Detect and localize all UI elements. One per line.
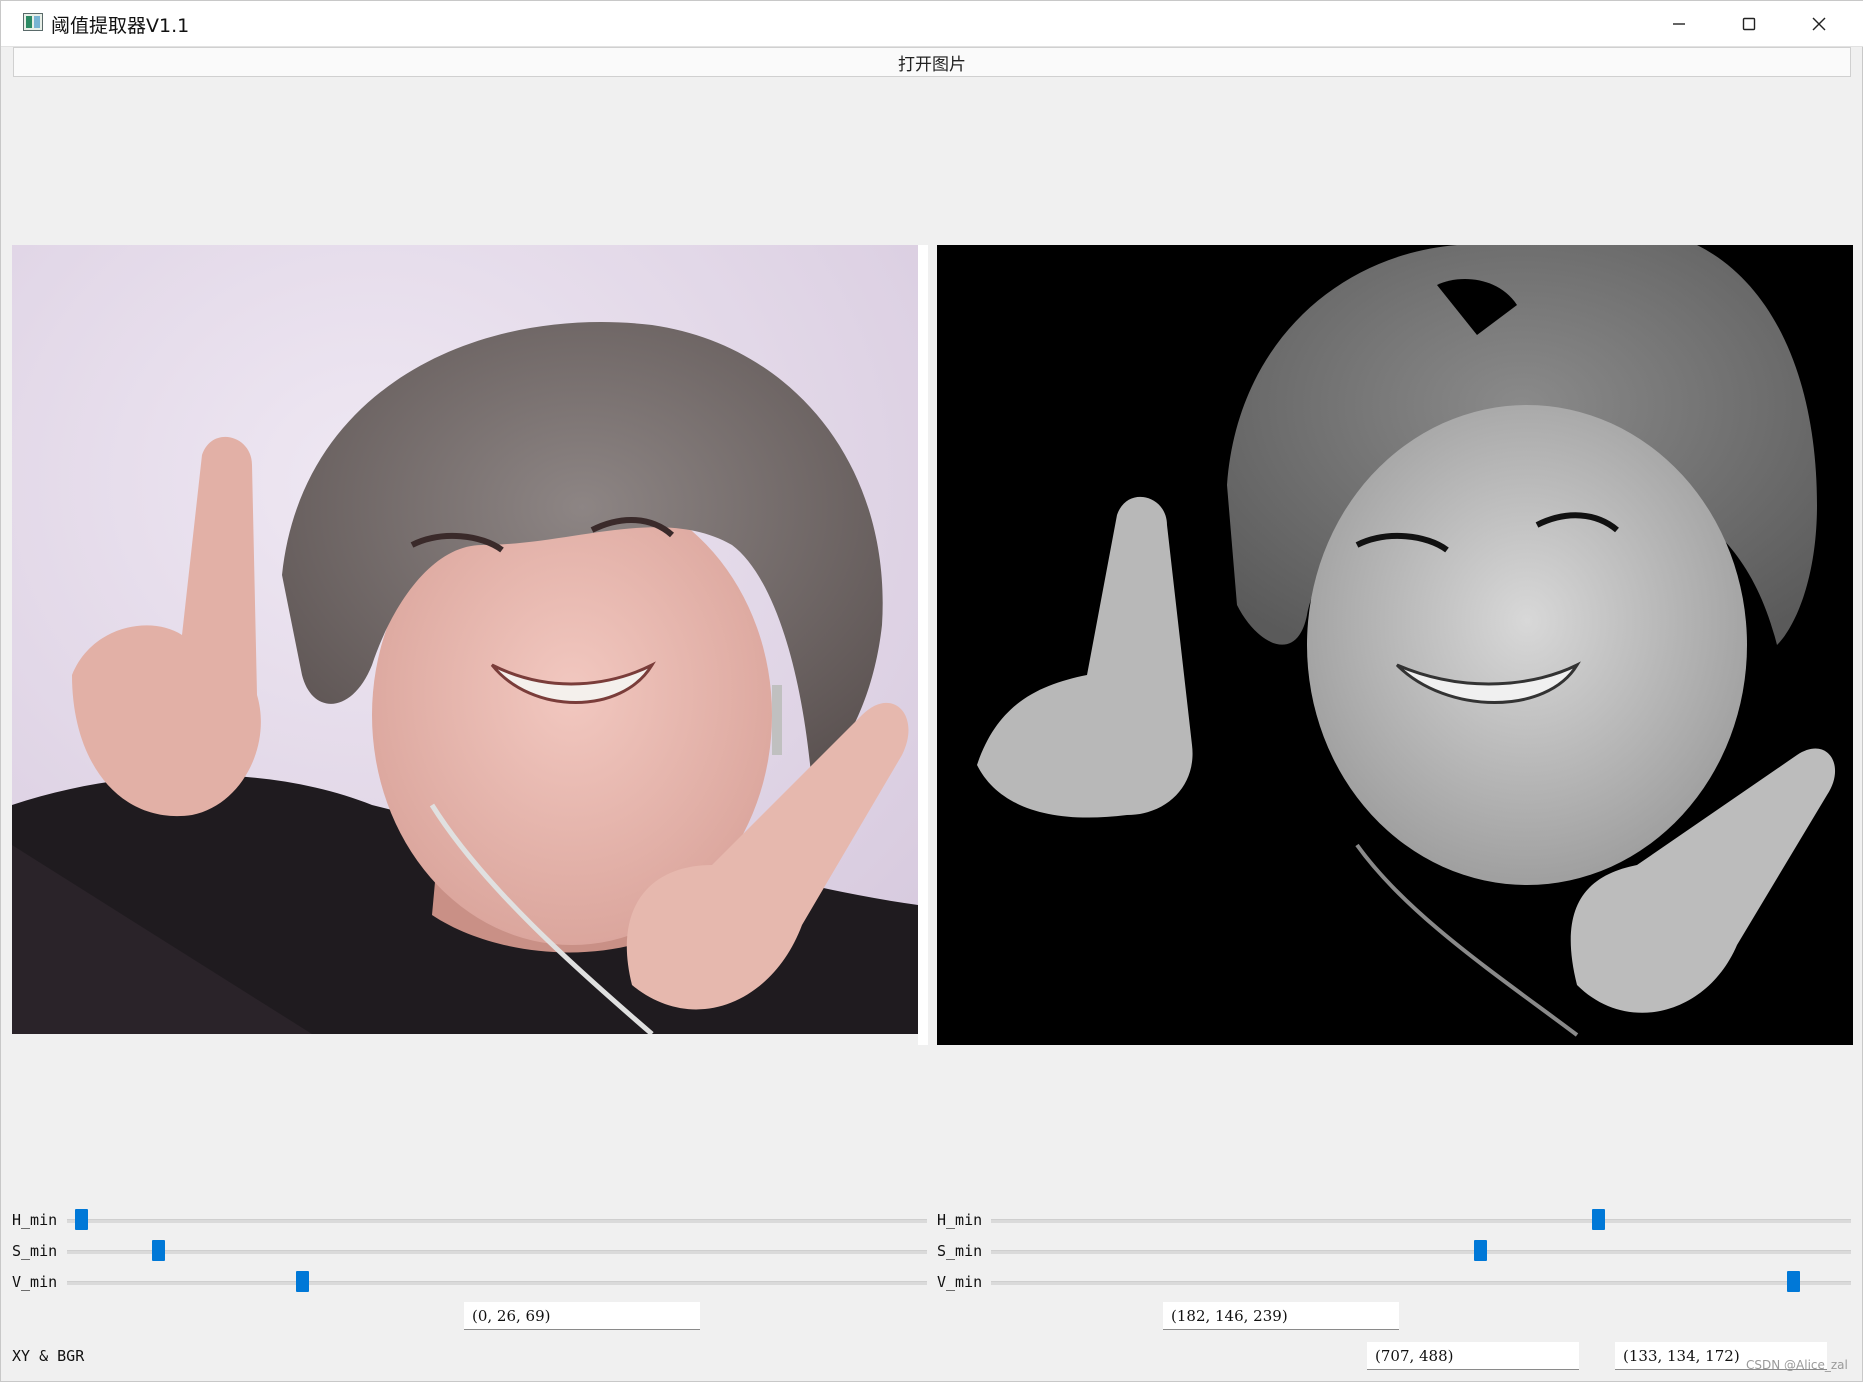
title-bar[interactable]: 阈值提取器V1.1 — [1, 1, 1863, 47]
minimize-icon — [1673, 22, 1685, 25]
left-s-min-label: S_min — [12, 1242, 58, 1260]
mask-photo — [937, 245, 1853, 1045]
left-h-min-label: H_min — [12, 1211, 58, 1229]
maximize-icon — [1742, 17, 1756, 30]
maximize-button[interactable] — [1714, 1, 1784, 46]
left-v-min-track[interactable] — [67, 1281, 927, 1285]
app-icon — [23, 13, 43, 31]
right-s-min-label: S_min — [937, 1242, 983, 1260]
app-window: 阈值提取器V1.1 打开图片 H_min S_min V_min (0, 26,… — [0, 0, 1863, 1382]
right-s-min-track[interactable] — [991, 1250, 1851, 1254]
left-v-min-slider[interactable] — [295, 1271, 309, 1292]
right-v-min-label: V_min — [937, 1273, 983, 1291]
right-hsv-value-field[interactable]: (182, 146, 239) — [1163, 1302, 1399, 1330]
left-h-min-track[interactable] — [67, 1219, 927, 1223]
right-h-min-slider[interactable] — [1592, 1209, 1606, 1230]
xy-value-field[interactable]: (707, 488) — [1367, 1342, 1579, 1370]
left-v-min-label: V_min — [12, 1273, 58, 1291]
close-icon — [1812, 17, 1826, 30]
mask-image — [937, 245, 1853, 1045]
right-h-min-label: H_min — [937, 1211, 983, 1229]
right-h-min-track[interactable] — [991, 1219, 1851, 1223]
right-v-min-slider[interactable] — [1787, 1271, 1801, 1292]
window-title: 阈值提取器V1.1 — [51, 15, 190, 37]
left-s-min-slider[interactable] — [151, 1240, 165, 1261]
left-h-min-slider[interactable] — [75, 1209, 89, 1230]
watermark-text: CSDN @Alice_zal — [1746, 1358, 1848, 1372]
right-v-min-track[interactable] — [991, 1281, 1851, 1285]
image-divider — [918, 245, 928, 1045]
original-photo — [12, 245, 918, 1034]
original-image — [12, 245, 918, 1034]
minimize-button[interactable] — [1644, 1, 1714, 46]
right-s-min-slider[interactable] — [1473, 1240, 1487, 1261]
xy-bgr-label: XY & BGR — [12, 1347, 85, 1365]
left-hsv-value-field[interactable]: (0, 26, 69) — [464, 1302, 700, 1330]
left-s-min-track[interactable] — [67, 1250, 927, 1254]
open-image-button[interactable]: 打开图片 — [13, 47, 1851, 77]
close-button[interactable] — [1784, 1, 1854, 46]
